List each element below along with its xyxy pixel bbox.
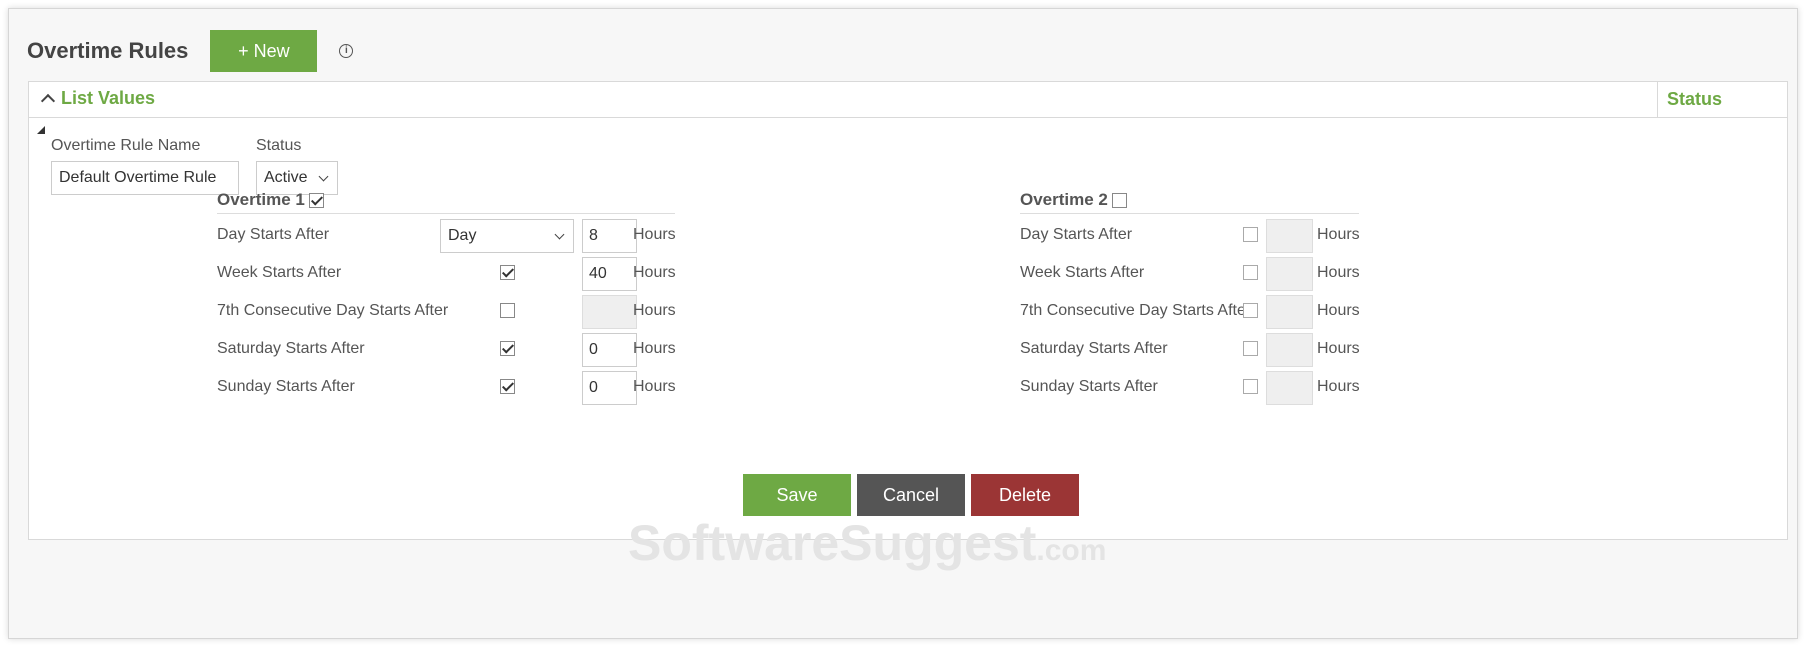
form-actions: Save Cancel Delete bbox=[743, 474, 1079, 516]
ot2-saturday-label: Saturday Starts After bbox=[1020, 340, 1168, 357]
ot1-week-label: Week Starts After bbox=[217, 264, 342, 281]
ot2-7th-hours-input[interactable] bbox=[1266, 295, 1313, 329]
ot2-saturday-hours-unit: Hours bbox=[1317, 340, 1360, 357]
overtime2-title: Overtime 2 bbox=[1020, 190, 1127, 210]
ot2-day-hours-unit: Hours bbox=[1317, 226, 1360, 243]
ot2-week-label: Week Starts After bbox=[1020, 264, 1145, 281]
save-button[interactable]: Save bbox=[743, 474, 851, 516]
ot1-7th-checkbox[interactable] bbox=[500, 303, 515, 318]
ot1-saturday-hours-input[interactable]: 0 bbox=[582, 333, 637, 367]
overtime2-title-text: Overtime 2 bbox=[1020, 190, 1108, 209]
chevron-down-icon bbox=[318, 171, 329, 182]
ot2-week-hours-unit: Hours bbox=[1317, 264, 1360, 281]
ot2-7th-checkbox[interactable] bbox=[1243, 303, 1258, 318]
page-title: Overtime Rules bbox=[27, 38, 189, 63]
watermark-main: SoftwareSuggest bbox=[628, 515, 1037, 571]
ot2-sunday-checkbox[interactable] bbox=[1243, 379, 1258, 394]
ot1-saturday-label: Saturday Starts After bbox=[217, 340, 365, 357]
ot1-sunday-hours-unit: Hours bbox=[633, 378, 676, 395]
watermark: SoftwareSuggest.com bbox=[628, 514, 1106, 572]
list-values-toggle[interactable]: List Values bbox=[39, 88, 155, 109]
ot2-7th-hours-unit: Hours bbox=[1317, 302, 1360, 319]
ot1-day-hours-unit: Hours bbox=[633, 226, 676, 243]
delete-button[interactable]: Delete bbox=[971, 474, 1079, 516]
ot1-7th-hours-input[interactable] bbox=[582, 295, 637, 329]
chevron-up-icon bbox=[40, 93, 56, 109]
ot2-sunday-label: Sunday Starts After bbox=[1020, 378, 1158, 395]
ot1-sunday-hours-input[interactable]: 0 bbox=[582, 371, 637, 405]
rule-name-label: Overtime Rule Name bbox=[51, 137, 201, 154]
ot2-saturday-checkbox[interactable] bbox=[1243, 341, 1258, 356]
overtime1-title: Overtime 1 bbox=[217, 190, 324, 210]
ot1-7th-hours-unit: Hours bbox=[633, 302, 676, 319]
overtime2-enable-checkbox[interactable] bbox=[1111, 192, 1127, 208]
overtime1-enable-checkbox[interactable] bbox=[308, 192, 324, 208]
overtime-rules-panel: List Values Status Overtime Rule Name St… bbox=[28, 81, 1788, 540]
ot2-day-hours-input[interactable] bbox=[1266, 219, 1313, 253]
overtime1-title-text: Overtime 1 bbox=[217, 190, 305, 209]
ot1-day-select-value: Day bbox=[448, 227, 477, 244]
ot2-day-label: Day Starts After bbox=[1020, 226, 1133, 243]
rule-name-input[interactable] bbox=[51, 161, 239, 195]
overtime1-divider bbox=[217, 213, 675, 214]
status-select-value: Active bbox=[264, 169, 308, 186]
panel-header: List Values Status bbox=[29, 82, 1787, 118]
cancel-button[interactable]: Cancel bbox=[857, 474, 965, 516]
info-icon[interactable]: i bbox=[339, 44, 354, 58]
ot1-sunday-label: Sunday Starts After bbox=[217, 378, 355, 395]
ot2-sunday-hours-unit: Hours bbox=[1317, 378, 1360, 395]
ot1-sunday-checkbox[interactable] bbox=[500, 379, 515, 394]
ot1-7th-label: 7th Consecutive Day Starts After bbox=[217, 302, 449, 319]
new-button[interactable]: + New bbox=[210, 30, 318, 72]
status-label: Status bbox=[256, 137, 302, 154]
overtime2-divider bbox=[1020, 213, 1359, 214]
ot1-day-hours-input[interactable]: 8 bbox=[582, 219, 637, 253]
status-column-header[interactable]: Status bbox=[1657, 82, 1788, 117]
collapse-triangle-icon[interactable] bbox=[37, 126, 45, 134]
ot2-week-checkbox[interactable] bbox=[1243, 265, 1258, 280]
ot1-week-checkbox[interactable] bbox=[500, 265, 515, 280]
ot2-week-hours-input[interactable] bbox=[1266, 257, 1313, 291]
ot1-saturday-checkbox[interactable] bbox=[500, 341, 515, 356]
ot2-saturday-hours-input[interactable] bbox=[1266, 333, 1313, 367]
ot1-week-hours-input[interactable]: 40 bbox=[582, 257, 637, 291]
watermark-suffix: .com bbox=[1036, 534, 1107, 567]
chevron-down-icon bbox=[554, 229, 565, 240]
ot2-sunday-hours-input[interactable] bbox=[1266, 371, 1313, 405]
ot1-day-label: Day Starts After bbox=[217, 226, 330, 243]
ot1-week-hours-unit: Hours bbox=[633, 264, 676, 281]
ot1-saturday-hours-unit: Hours bbox=[633, 340, 676, 357]
ot2-day-checkbox[interactable] bbox=[1243, 227, 1258, 242]
ot1-day-select[interactable]: Day bbox=[440, 219, 574, 253]
list-values-label: List Values bbox=[61, 88, 156, 108]
page-header: Overtime Rules + New i bbox=[27, 29, 354, 73]
ot2-7th-label: 7th Consecutive Day Starts After bbox=[1020, 302, 1252, 319]
